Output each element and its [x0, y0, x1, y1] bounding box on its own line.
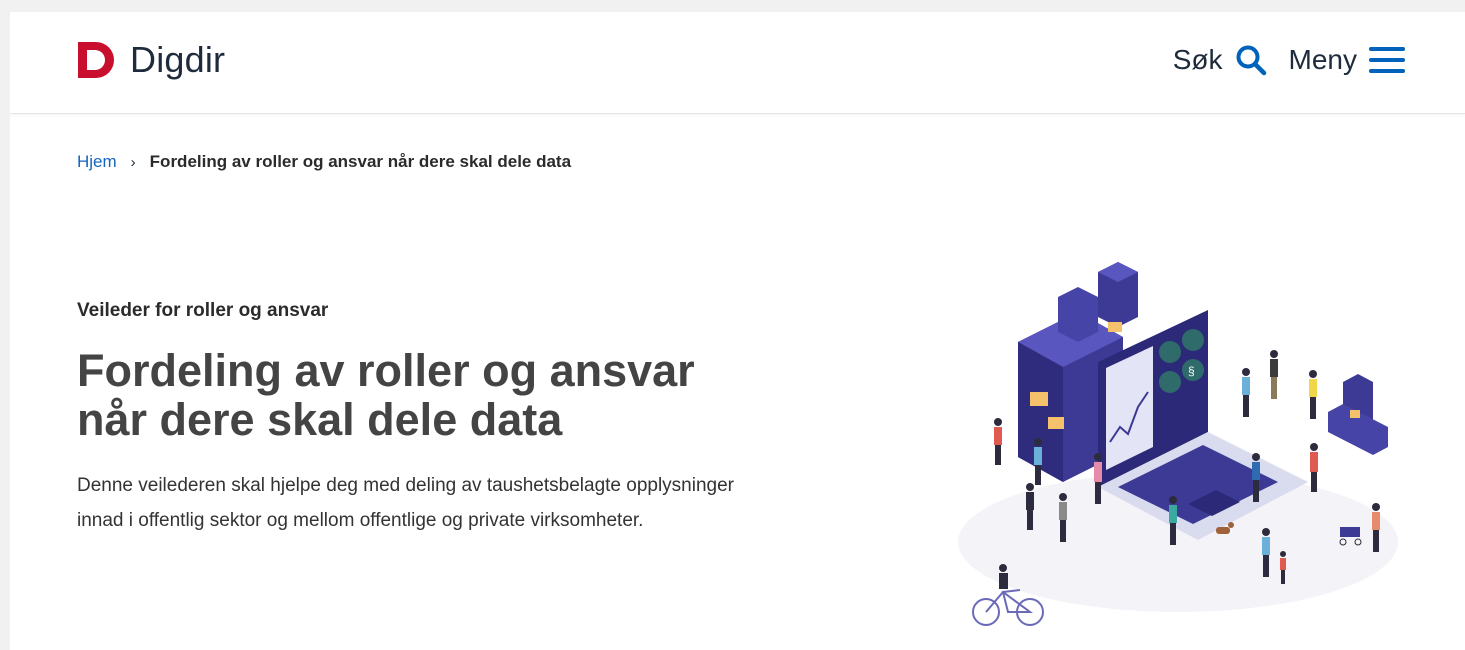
page: Digdir Søk Meny Hjem › Fordeling av roll…: [10, 12, 1465, 650]
page-title-line1: Fordeling av roller og ansvar: [77, 345, 695, 396]
site-header: Digdir Søk Meny: [10, 12, 1465, 114]
logo-text: Digdir: [130, 39, 226, 80]
digdir-logo[interactable]: Digdir: [76, 40, 225, 80]
page-title-line2: når dere skal dele data: [77, 394, 563, 445]
paragraph-symbol-icon: §: [1188, 364, 1195, 378]
page-lead: Denne veilederen skal hjelpe deg med del…: [77, 475, 735, 531]
page-eyebrow: Veileder for roller og ansvar: [77, 300, 329, 321]
breadcrumb: Hjem › Fordeling av roller og ansvar når…: [77, 152, 571, 172]
isometric-data-sharing-illustration-icon: §: [958, 262, 1398, 626]
search-label: Søk: [1172, 44, 1223, 75]
search-button[interactable]: Søk: [1173, 44, 1267, 76]
menu-label: Meny: [1288, 44, 1357, 75]
header-actions: Søk Meny: [1173, 40, 1405, 80]
digdir-logo-icon: [78, 42, 114, 78]
breadcrumb-home-link[interactable]: Hjem: [77, 152, 117, 172]
hamburger-menu-icon: [1369, 47, 1405, 73]
chevron-right-icon: ›: [130, 153, 136, 171]
page-title: Fordeling av roller og ansvar når dere s…: [77, 346, 777, 444]
search-icon: [1236, 45, 1266, 76]
breadcrumb-current: Fordeling av roller og ansvar når dere s…: [149, 152, 572, 171]
menu-button[interactable]: Meny: [1289, 44, 1405, 76]
hero-illustration: §: [948, 242, 1408, 632]
